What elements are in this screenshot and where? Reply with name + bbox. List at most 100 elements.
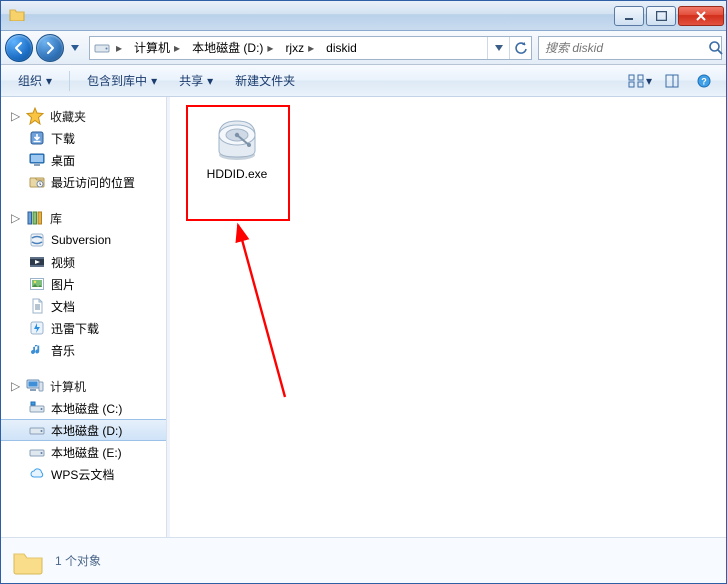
search-input[interactable] (543, 40, 704, 56)
explorer-window: ▸ 计算机 ▸ 本地磁盘 (D:) ▸ rjxz ▸ diskid (0, 0, 727, 584)
include-label: 包含到库中 (87, 72, 147, 89)
node-label: Subversion (51, 233, 111, 247)
window-controls (612, 6, 724, 26)
forward-button[interactable] (36, 34, 64, 62)
refresh-button[interactable] (509, 37, 531, 59)
hdd-app-icon (213, 115, 261, 163)
breadcrumb-drive[interactable]: 本地磁盘 (D:) ▸ (186, 37, 279, 59)
node-label: 本地磁盘 (C:) (51, 400, 122, 417)
sidebar-item-subversion[interactable]: Subversion (1, 229, 166, 251)
address-bar[interactable]: ▸ 计算机 ▸ 本地磁盘 (D:) ▸ rjxz ▸ diskid (89, 36, 532, 60)
preview-pane-button[interactable] (658, 69, 686, 93)
breadcrumb-computer[interactable]: 计算机 ▸ (128, 37, 186, 59)
file-item-hddid[interactable]: HDDID.exe (194, 111, 280, 186)
computer-label: 计算机 (50, 378, 86, 395)
search-box[interactable] (538, 36, 722, 60)
organize-button[interactable]: 组织 ▾ (9, 69, 61, 93)
breadcrumb-root-arrow[interactable]: ▸ (110, 37, 128, 59)
status-count: 1 个对象 (55, 552, 101, 569)
sidebar-item-document[interactable]: 文档 (1, 295, 166, 317)
sidebar-item-wps-cloud[interactable]: WPS云文档 (1, 463, 166, 485)
video-icon (29, 254, 45, 270)
close-button[interactable] (678, 6, 724, 26)
title-bar (1, 1, 726, 31)
star-icon (26, 107, 44, 125)
address-dropdown[interactable] (487, 37, 509, 59)
library-icon (26, 209, 44, 227)
node-label: 音乐 (51, 342, 75, 359)
breadcrumb-label: diskid (326, 41, 357, 55)
sidebar-item-desktop[interactable]: 桌面 (1, 149, 166, 171)
disclosure-icon: ▷ (11, 211, 20, 225)
folder-large-icon (11, 544, 45, 578)
favorites-header[interactable]: ▷ 收藏夹 (1, 105, 166, 127)
sidebar-item-downloads[interactable]: 下载 (1, 127, 166, 149)
organize-label: 组织 (18, 72, 42, 89)
share-button[interactable]: 共享 ▾ (170, 69, 222, 93)
search-icon (708, 40, 724, 56)
chevron-down-icon: ▾ (46, 74, 52, 88)
minimize-button[interactable] (614, 6, 644, 26)
main-body: ▷ 收藏夹 下载 桌面 (1, 97, 726, 537)
include-in-library-button[interactable]: 包含到库中 ▾ (78, 69, 166, 93)
node-label: 迅雷下载 (51, 320, 99, 337)
drive-icon (29, 422, 45, 438)
download-icon (29, 130, 45, 146)
cloud-icon (29, 466, 45, 482)
computer-header[interactable]: ▷ 计算机 (1, 375, 166, 397)
libraries-header[interactable]: ▷ 库 (1, 207, 166, 229)
node-label: WPS云文档 (51, 466, 114, 483)
drive-os-icon (29, 400, 45, 416)
libraries-label: 库 (50, 210, 62, 227)
back-button[interactable] (5, 34, 33, 62)
breadcrumb-label: 本地磁盘 (D:) (192, 39, 263, 56)
sidebar-item-drive-e[interactable]: 本地磁盘 (E:) (1, 441, 166, 463)
document-icon (29, 298, 45, 314)
sidebar-item-picture[interactable]: 图片 (1, 273, 166, 295)
chevron-down-icon: ▾ (151, 74, 157, 88)
sidebar-item-music[interactable]: 音乐 (1, 339, 166, 361)
node-label: 桌面 (51, 152, 75, 169)
node-label: 文档 (51, 298, 75, 315)
content-pane[interactable]: HDDID.exe (170, 97, 726, 537)
chevron-down-icon: ▾ (646, 74, 652, 88)
breadcrumb-folder-diskid[interactable]: diskid (320, 37, 363, 59)
libraries-group: ▷ 库 Subversion 视频 (1, 207, 166, 361)
drive-icon (94, 40, 110, 56)
node-label: 视频 (51, 254, 75, 271)
new-folder-label: 新建文件夹 (235, 72, 295, 89)
disclosure-icon: ▷ (11, 109, 20, 123)
music-icon (29, 342, 45, 358)
subversion-icon (29, 232, 45, 248)
details-bar: 1 个对象 (1, 537, 726, 583)
sidebar-item-drive-d[interactable]: 本地磁盘 (D:) (1, 419, 166, 441)
computer-group: ▷ 计算机 本地磁盘 (C:) 本地磁盘 (D:) (1, 375, 166, 485)
sidebar-item-drive-c[interactable]: 本地磁盘 (C:) (1, 397, 166, 419)
view-options-button[interactable]: ▾ (626, 69, 654, 93)
sidebar-item-recent[interactable]: 最近访问的位置 (1, 171, 166, 193)
computer-icon (26, 377, 44, 395)
favorites-group: ▷ 收藏夹 下载 桌面 (1, 105, 166, 193)
drive-icon (29, 444, 45, 460)
svg-text:?: ? (701, 76, 707, 86)
help-button[interactable]: ? (690, 69, 718, 93)
node-label: 本地磁盘 (D:) (51, 422, 122, 439)
node-label: 图片 (51, 276, 75, 293)
breadcrumb-folder-rjxz[interactable]: rjxz ▸ (279, 37, 320, 59)
command-bar: 组织 ▾ 包含到库中 ▾ 共享 ▾ 新建文件夹 ▾ ? (1, 65, 726, 97)
new-folder-button[interactable]: 新建文件夹 (226, 69, 304, 93)
breadcrumb-label: 计算机 (134, 39, 170, 56)
favorites-label: 收藏夹 (50, 108, 86, 125)
sidebar-item-xunlei[interactable]: 迅雷下载 (1, 317, 166, 339)
chevron-down-icon: ▾ (207, 74, 213, 88)
nav-bar: ▸ 计算机 ▸ 本地磁盘 (D:) ▸ rjxz ▸ diskid (1, 31, 726, 65)
sidebar-item-video[interactable]: 视频 (1, 251, 166, 273)
disclosure-icon: ▷ (11, 379, 20, 393)
history-dropdown[interactable] (67, 38, 83, 58)
node-label: 下载 (51, 130, 75, 147)
recent-icon (29, 174, 45, 190)
maximize-button[interactable] (646, 6, 676, 26)
picture-icon (29, 276, 45, 292)
file-name: HDDID.exe (207, 167, 268, 182)
navigation-pane[interactable]: ▷ 收藏夹 下载 桌面 (1, 97, 167, 537)
